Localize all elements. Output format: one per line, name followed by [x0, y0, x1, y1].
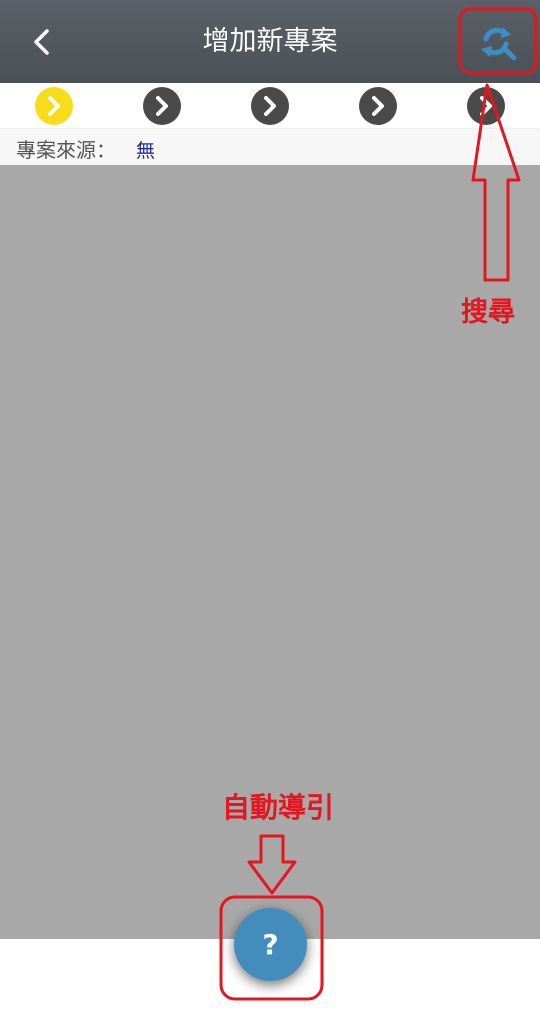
step-4-button[interactable]	[359, 87, 397, 125]
chevron-left-icon	[34, 29, 49, 55]
help-guide-button[interactable]: ?	[234, 908, 307, 981]
question-mark-icon: ?	[262, 928, 279, 961]
search-annotation-label: 搜尋	[461, 297, 515, 328]
step-2-button[interactable]	[143, 87, 181, 125]
chevron-right-icon	[264, 96, 276, 116]
chevron-right-icon	[48, 96, 60, 116]
step-1-button[interactable]	[35, 87, 73, 125]
project-source-row: 專案來源： 無	[0, 128, 540, 165]
project-source-label: 專案來源：	[16, 138, 116, 162]
page-title: 增加新專案	[202, 26, 338, 57]
step-3-button[interactable]	[251, 87, 289, 125]
step-indicator-bar	[0, 83, 540, 128]
search-button[interactable]	[474, 20, 520, 64]
app-header: 增加新專案	[0, 0, 540, 83]
step-5-button[interactable]	[467, 87, 505, 125]
project-source-value[interactable]: 無	[136, 136, 155, 163]
refresh-search-icon	[481, 27, 517, 61]
chevron-right-icon	[480, 96, 492, 116]
auto-guide-annotation-label: 自動導引	[222, 791, 335, 824]
chevron-right-icon	[372, 96, 384, 116]
chevron-right-icon	[156, 96, 168, 116]
back-button[interactable]	[22, 22, 62, 62]
